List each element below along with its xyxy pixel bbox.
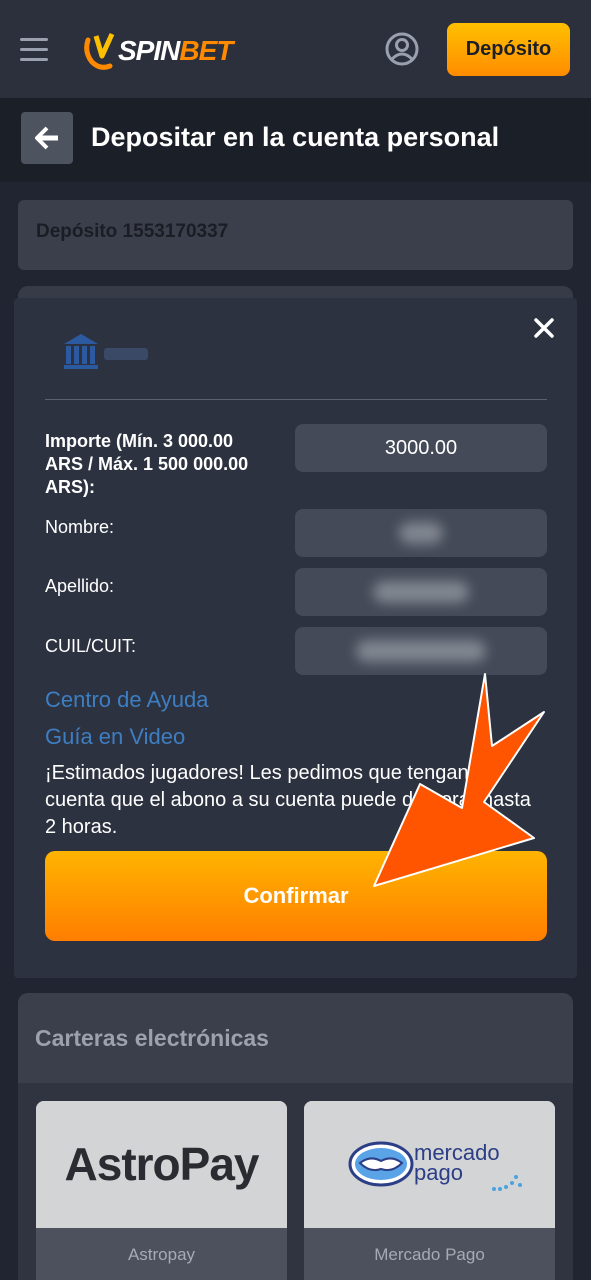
amount-input[interactable]: 3000.00 — [295, 424, 547, 472]
wallet-name: Astropay — [36, 1228, 287, 1280]
page-title: Depositar en la cuenta personal — [91, 122, 500, 152]
title-bar: Depositar en la cuenta personal — [0, 98, 591, 182]
amount-label: Importe (Mín. 3 000.00 ARS / Máx. 1 500 … — [45, 431, 249, 497]
ewallets-section: Carteras electrónicas AstroPay Astropay … — [18, 993, 573, 1280]
brand-logo[interactable]: SPINBET — [82, 26, 233, 76]
arrow-left-icon — [35, 126, 58, 150]
cuil-label: CUIL/CUIT: — [45, 636, 137, 656]
top-header: SPINBET Depósito — [0, 0, 591, 98]
ewallets-title: Carteras electrónicas — [35, 1025, 269, 1051]
dots-decoration-icon — [492, 1175, 522, 1191]
deposit-page: SPINBET Depósito Depositar en la cuenta … — [0, 0, 591, 1280]
last-name-input[interactable] — [295, 568, 547, 616]
handshake-icon — [348, 1141, 414, 1187]
wallet-card-mercadopago[interactable]: mercado pago Mercado Pago — [304, 1101, 555, 1280]
wallet-name: Mercado Pago — [304, 1228, 555, 1280]
wallet-card-astropay[interactable]: AstroPay Astropay — [36, 1101, 287, 1280]
video-guide-link[interactable]: Guía en Video — [45, 724, 185, 750]
header-deposit-button[interactable]: Depósito — [447, 23, 570, 76]
back-button[interactable] — [21, 112, 73, 164]
hamburger-icon[interactable] — [20, 36, 50, 62]
redacted-value — [373, 581, 469, 603]
user-circle-icon[interactable] — [384, 31, 420, 67]
close-icon[interactable] — [532, 316, 556, 340]
deposit-reference-panel: Depósito 1553170337 — [18, 200, 573, 270]
last-name-label: Apellido: — [45, 576, 115, 596]
astropay-logo: AstroPay — [64, 1138, 260, 1190]
first-name-input[interactable] — [295, 509, 547, 557]
redacted-value — [356, 640, 486, 662]
arrow-pointer-icon — [373, 673, 545, 887]
logo-mark-icon — [84, 32, 115, 70]
logo-text: SPINBET — [118, 35, 233, 66]
first-name-label: Nombre: — [45, 517, 115, 537]
help-center-link[interactable]: Centro de Ayuda — [45, 687, 209, 713]
deposit-reference-text: Depósito 1553170337 — [36, 221, 229, 242]
modal-divider — [45, 399, 547, 400]
redacted-value — [399, 522, 443, 544]
bank-building-icon — [62, 330, 162, 374]
